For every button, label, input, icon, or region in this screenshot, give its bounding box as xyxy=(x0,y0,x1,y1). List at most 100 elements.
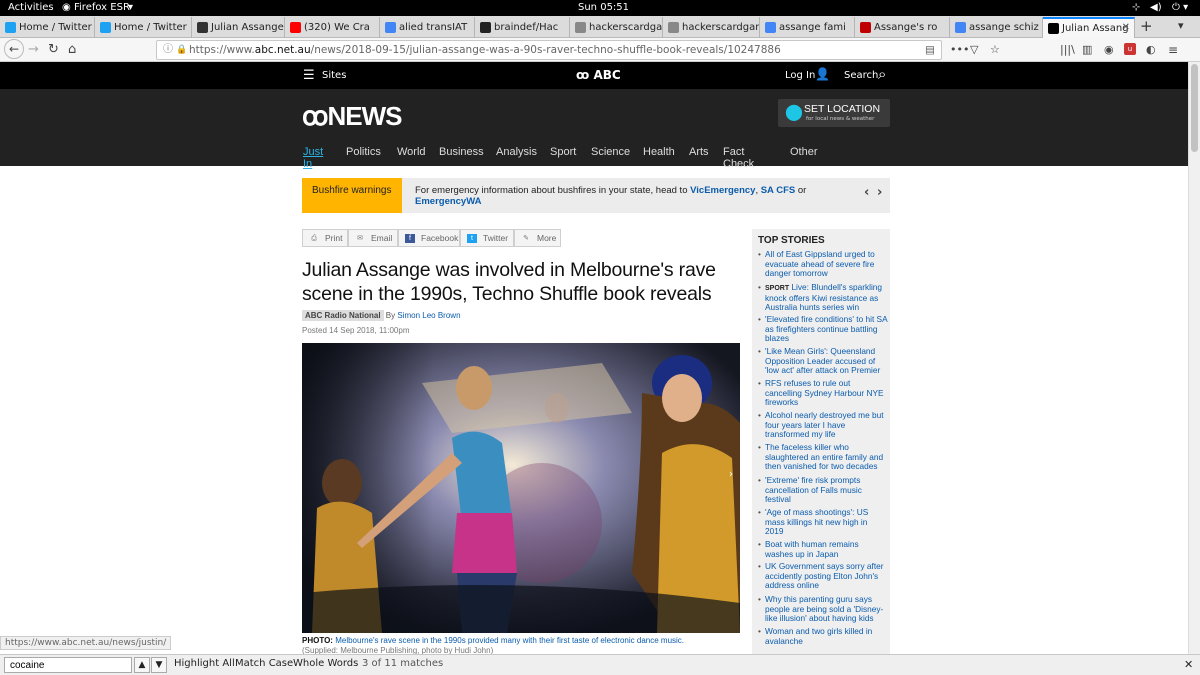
story-link[interactable]: Why this parenting guru says people are … xyxy=(765,594,883,623)
top-story-item[interactable]: All of East Gippsland urged to evacuate … xyxy=(758,249,888,279)
story-link[interactable]: 'Extreme' fire risk prompts cancellation… xyxy=(765,475,862,504)
story-link[interactable]: The faceless killer who slaughtered an e… xyxy=(765,442,883,471)
tab-1[interactable]: Home / Twitter xyxy=(0,17,95,38)
close-tab-icon[interactable]: ✕ xyxy=(1122,22,1130,33)
library-icon[interactable]: |||\ xyxy=(1060,41,1075,59)
find-input[interactable] xyxy=(4,657,132,673)
nav-health[interactable]: Health xyxy=(643,146,675,158)
reader-view-icon[interactable]: ▤ xyxy=(925,41,935,59)
top-story-item[interactable]: Alcohol nearly destroyed me but four yea… xyxy=(758,410,888,440)
top-story-item[interactable]: 'Like Mean Girls': Queensland Opposition… xyxy=(758,346,888,376)
clock[interactable]: Sun 05:51 xyxy=(578,2,629,13)
network-icon[interactable]: ⊹ xyxy=(1132,2,1140,13)
ublock-extension-icon[interactable]: u xyxy=(1124,43,1136,55)
author-link[interactable]: Simon Leo Brown xyxy=(397,311,460,320)
login-link[interactable]: Log In xyxy=(785,70,815,81)
tab-5[interactable]: alied transIAT xyxy=(380,17,475,38)
tab-list-chevron-icon[interactable]: ▾ xyxy=(1178,19,1184,32)
twitter-button[interactable]: t Twitter xyxy=(460,229,514,247)
nav-science[interactable]: Science xyxy=(591,146,630,158)
tab-4[interactable]: (320) We Cra xyxy=(285,17,380,38)
account-icon[interactable]: ◉ xyxy=(1104,41,1114,59)
sa-cfs-link[interactable]: SA CFS xyxy=(761,185,795,196)
abc-news-logo[interactable]: ꝏNEWS xyxy=(302,101,402,132)
find-previous-button[interactable]: ▲ xyxy=(134,657,150,673)
vicemergency-link[interactable]: VicEmergency xyxy=(690,185,755,196)
url-bar[interactable]: ⓘ 🔒 https://www.abc.net.au/news/2018-09-… xyxy=(156,40,942,60)
article-photo[interactable]: › xyxy=(302,343,740,633)
story-link[interactable]: Alcohol nearly destroyed me but four yea… xyxy=(765,410,884,439)
scrollbar-thumb[interactable] xyxy=(1191,64,1198,152)
power-icon[interactable]: ⏻ ▾ xyxy=(1172,2,1188,13)
top-story-item[interactable]: 'Age of mass shootings': US mass killing… xyxy=(758,507,888,537)
tab-11[interactable]: assange schiz xyxy=(950,17,1043,38)
top-story-item[interactable]: Why this parenting guru says people are … xyxy=(758,594,888,624)
email-button[interactable]: ✉ Email xyxy=(348,229,398,247)
back-button[interactable]: ← xyxy=(4,39,24,59)
abc-logo[interactable]: ꝏ ABC xyxy=(576,68,621,82)
top-story-item[interactable]: RFS refuses to rule out cancelling Sydne… xyxy=(758,378,888,408)
top-story-item[interactable]: SPORT Live: Blundell's sparkling knock o… xyxy=(758,282,888,313)
sidebar-icon[interactable]: ▥ xyxy=(1082,41,1092,59)
volume-icon[interactable]: ◀) xyxy=(1150,2,1162,13)
search-link[interactable]: Search xyxy=(844,70,878,81)
user-icon[interactable]: 👤 xyxy=(815,67,830,81)
nav-analysis[interactable]: Analysis xyxy=(496,146,537,158)
gallery-next-icon[interactable]: › xyxy=(729,469,733,480)
tab-7[interactable]: hackerscardgam xyxy=(570,17,663,38)
top-story-item[interactable]: Woman and two girls killed in avalanche xyxy=(758,626,888,646)
emergencywa-link[interactable]: EmergencyWA xyxy=(415,196,482,207)
lock-icon[interactable]: 🔒 xyxy=(176,41,187,59)
top-story-item[interactable]: UK Government says sorry after accidentl… xyxy=(758,561,888,591)
tab-6[interactable]: braindef/Hac xyxy=(475,17,570,38)
chevron-right-icon[interactable]: › xyxy=(877,185,882,200)
story-link[interactable]: 'Age of mass shootings': US mass killing… xyxy=(765,507,868,536)
program-badge[interactable]: ABC Radio National xyxy=(302,310,384,321)
story-link[interactable]: 'Elevated fire conditions' to hit SA as … xyxy=(765,314,887,343)
activities-button[interactable]: Activities xyxy=(8,2,54,13)
search-icon[interactable]: ⌕ xyxy=(878,65,886,83)
facebook-button[interactable]: f Facebook xyxy=(398,229,460,247)
find-close-icon[interactable]: ✕ xyxy=(1184,658,1193,671)
reload-button[interactable]: ↻ xyxy=(48,41,59,59)
nav-arts[interactable]: Arts xyxy=(689,146,709,158)
nav-fact-check[interactable]: Fact Check xyxy=(723,146,754,170)
story-link[interactable]: UK Government says sorry after accidentl… xyxy=(765,561,884,590)
whole-words-toggle[interactable]: Whole Words xyxy=(293,658,358,669)
sites-menu-icon[interactable]: ☰ xyxy=(303,68,315,83)
tab-10[interactable]: Assange's ro xyxy=(855,17,950,38)
page-actions-icon[interactable]: ••• xyxy=(950,41,969,59)
nav-world[interactable]: World xyxy=(397,146,426,158)
nav-other[interactable]: Other xyxy=(790,146,818,158)
set-location-button[interactable]: ⬤ SET LOCATION for local news & weather xyxy=(778,99,890,127)
pocket-icon[interactable]: ▽ xyxy=(970,41,978,59)
story-link[interactable]: All of East Gippsland urged to evacuate … xyxy=(765,249,875,278)
tab-2[interactable]: Home / Twitter xyxy=(95,17,192,38)
tab-12[interactable]: Julian Assang ✕ xyxy=(1043,17,1135,38)
tab-8[interactable]: hackerscardgam xyxy=(663,17,760,38)
tab-9[interactable]: assange fami xyxy=(760,17,855,38)
nav-business[interactable]: Business xyxy=(439,146,484,158)
home-button[interactable]: ⌂ xyxy=(68,41,76,59)
nav-sport[interactable]: Sport xyxy=(550,146,576,158)
tab-3[interactable]: Julian Assange xyxy=(192,17,285,38)
story-link[interactable]: RFS refuses to rule out cancelling Sydne… xyxy=(765,378,884,407)
sites-link[interactable]: Sites xyxy=(322,70,346,81)
top-story-item[interactable]: 'Extreme' fire risk prompts cancellation… xyxy=(758,475,888,505)
match-case-toggle[interactable]: Match Case xyxy=(235,658,293,669)
new-tab-button[interactable]: + xyxy=(1140,17,1153,35)
story-link[interactable]: Boat with human remains washes up in Jap… xyxy=(765,539,859,559)
extension-icon[interactable]: ◐ xyxy=(1146,41,1156,59)
bookmark-star-icon[interactable]: ☆ xyxy=(990,41,1000,59)
forward-button[interactable]: → xyxy=(28,41,39,59)
nav-just-in[interactable]: Just In xyxy=(303,146,323,170)
app-menu[interactable]: Firefox ESR xyxy=(74,2,130,13)
highlight-all-toggle[interactable]: Highlight All xyxy=(174,658,235,669)
info-icon[interactable]: ⓘ xyxy=(163,41,173,59)
print-button[interactable]: ⎙ Print xyxy=(302,229,348,247)
story-link[interactable]: Woman and two girls killed in avalanche xyxy=(765,626,872,646)
top-story-item[interactable]: Boat with human remains washes up in Jap… xyxy=(758,539,888,559)
top-story-item[interactable]: The faceless killer who slaughtered an e… xyxy=(758,442,888,472)
top-story-item[interactable]: 'Elevated fire conditions' to hit SA as … xyxy=(758,314,888,344)
page-scrollbar[interactable] xyxy=(1188,62,1200,654)
